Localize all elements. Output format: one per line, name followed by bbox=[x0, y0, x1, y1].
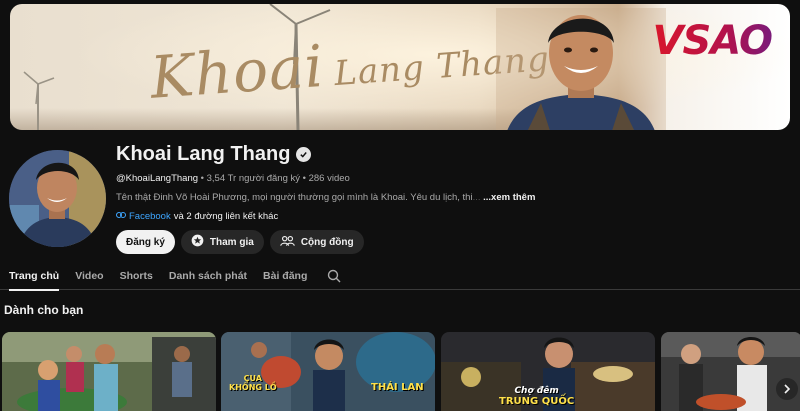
community-label: Cộng đồng bbox=[300, 236, 354, 248]
channel-avatar[interactable] bbox=[9, 150, 106, 247]
star-badge-icon bbox=[191, 234, 204, 250]
channel-actions: Đăng ký Tham gia Cộng đồng bbox=[116, 230, 364, 254]
channel-tabs: Trang chủ Video Shorts Danh sách phát Bà… bbox=[0, 262, 800, 291]
check-circle-icon bbox=[296, 147, 312, 162]
avatar-photo bbox=[9, 150, 106, 247]
channel-title: Khoai Lang Thang bbox=[116, 143, 312, 166]
banner-script-big: Khoai bbox=[148, 31, 327, 112]
channel-banner: Khoai Lang Thang VSAO bbox=[10, 4, 790, 130]
description-text: Tên thật Đinh Võ Hoài Phương, mọi người … bbox=[116, 192, 473, 203]
subscribe-label: Đăng ký bbox=[126, 236, 165, 248]
people-icon bbox=[280, 235, 295, 250]
thumbnail-image bbox=[661, 332, 800, 411]
community-button[interactable]: Cộng đồng bbox=[269, 230, 364, 254]
join-button[interactable]: Tham gia bbox=[180, 230, 264, 254]
description-fade: ... bbox=[472, 192, 481, 203]
tab-shorts[interactable]: Shorts bbox=[120, 262, 153, 290]
more-link[interactable]: ...xem thêm bbox=[483, 192, 535, 203]
channel-handle: @KhoaiLangThang bbox=[116, 173, 199, 184]
thumbnail-overlay-right: THÁI LAN bbox=[371, 382, 424, 393]
chevron-right-icon bbox=[784, 384, 791, 394]
tab-video[interactable]: Video bbox=[75, 262, 103, 290]
tab-posts[interactable]: Bài đăng bbox=[263, 262, 307, 290]
subscribe-button[interactable]: Đăng ký bbox=[116, 230, 175, 254]
thumbnail-overlay-left: CUA KHỔNG LỒ bbox=[229, 374, 277, 392]
tab-label: Video bbox=[75, 269, 104, 282]
more-links[interactable]: và 2 đường liên kết khác bbox=[174, 211, 278, 222]
link-icon bbox=[116, 211, 127, 222]
channel-stats: • 3,54 Tr người đăng ký • 286 video bbox=[198, 173, 350, 184]
tab-label: Bài đăng bbox=[263, 269, 308, 282]
search-icon[interactable] bbox=[327, 262, 341, 290]
video-thumbnail[interactable] bbox=[2, 332, 216, 411]
thumbnail-overlay: Chợ đêm TRUNG QUỐC bbox=[499, 386, 574, 407]
overlay-line2: KHỔNG LỒ bbox=[229, 383, 277, 392]
overlay-line2: TRUNG QUỐC bbox=[499, 396, 575, 407]
section-title: Dành cho bạn bbox=[4, 303, 84, 317]
thumbnail-image bbox=[221, 332, 435, 411]
tab-playlists[interactable]: Danh sách phát bbox=[169, 262, 247, 290]
video-row: CUA KHỔNG LỒ THÁI LAN Chợ đêm TRUNG QUỐC bbox=[2, 332, 800, 411]
tab-label: Danh sách phát bbox=[168, 269, 248, 282]
banner-person-photo bbox=[496, 8, 666, 130]
carousel-next-button[interactable] bbox=[776, 378, 798, 400]
tab-home[interactable]: Trang chủ bbox=[9, 262, 60, 291]
thumbnail-image bbox=[2, 332, 216, 411]
wind-turbine-graphic bbox=[23, 71, 55, 130]
channel-meta: @KhoaiLangThang • 3,54 Tr người đăng ký … bbox=[116, 173, 350, 184]
join-label: Tham gia bbox=[209, 236, 254, 248]
sponsor-logo: VSAO bbox=[652, 18, 773, 64]
video-thumbnail[interactable] bbox=[661, 332, 800, 411]
channel-links: Facebook và 2 đường liên kết khác bbox=[116, 211, 278, 222]
tab-label: Shorts bbox=[119, 269, 153, 282]
video-thumbnail[interactable]: CUA KHỔNG LỒ THÁI LAN bbox=[221, 332, 435, 411]
overlay-line1: CUA bbox=[243, 374, 262, 383]
tab-label: Trang chủ bbox=[9, 269, 60, 282]
video-thumbnail[interactable]: Chợ đêm TRUNG QUỐC bbox=[441, 332, 655, 411]
facebook-link[interactable]: Facebook bbox=[129, 211, 171, 222]
channel-name: Khoai Lang Thang bbox=[116, 143, 291, 165]
overlay-line1: Chợ đêm bbox=[514, 386, 559, 396]
channel-description[interactable]: Tên thật Đinh Võ Hoài Phương, mọi người … bbox=[116, 192, 535, 203]
